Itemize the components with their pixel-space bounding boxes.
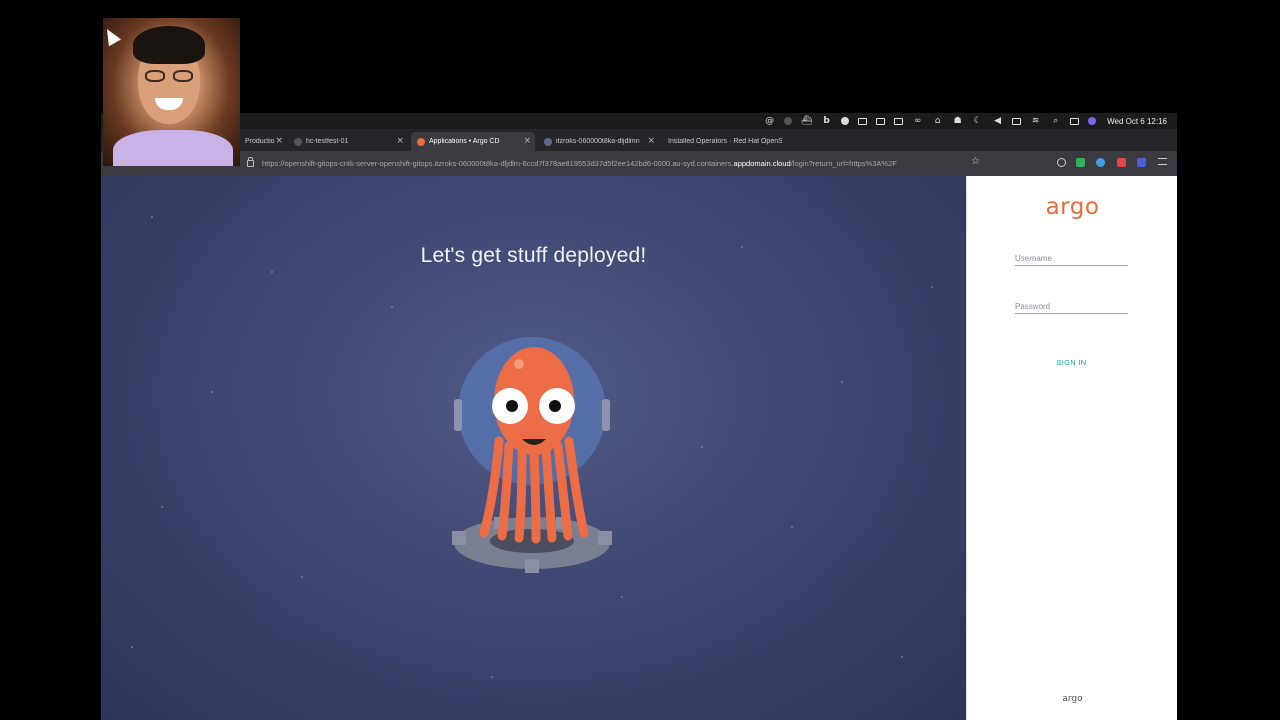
star [131,646,133,648]
search-icon[interactable]: ⌕ [1050,116,1061,126]
person-hair [133,26,205,64]
navigation-bar: https://openshift-gitops-cntk-server-ope… [101,151,1177,176]
star [271,271,273,273]
footer-argo-logo: argo [1062,694,1083,704]
mask-icon[interactable]: ∞ [912,116,923,126]
argo-favicon-icon [417,137,425,146]
hero-section: Let's get stuff deployed! [101,176,966,720]
clipboard-icon[interactable] [876,117,886,125]
download-icon[interactable] [1076,158,1085,167]
extension-icon[interactable] [1096,158,1105,167]
hero-title: Let's get stuff deployed! [420,244,647,267]
shield-icon[interactable]: ⌂ [932,116,943,126]
at-icon[interactable]: @ [764,116,775,126]
screen: @ ⛴ b ∞ ⌂ ☗ ☾ ◀ ≋ ⌕ Wed Oct 6 12:16 Prod… [0,0,1280,720]
tab-argo-cd[interactable]: Applications • Argo CD × [411,132,535,151]
star [901,656,903,658]
octopus-icon [479,347,589,544]
tab-installed-operators[interactable]: Installed Operators · Red Hat OpenS [662,132,782,151]
tab-strip: Productio × hc-testfest-01 × Application… [101,129,1177,163]
username-input[interactable] [1015,250,1128,267]
zoom-extension-icon[interactable] [1137,158,1146,167]
star [791,526,793,528]
wifi-icon[interactable]: ≋ [1030,116,1041,126]
bold-b-icon[interactable]: b [821,116,832,126]
password-input[interactable] [1015,298,1128,315]
siri-icon[interactable] [1088,117,1097,125]
menubar-clock[interactable]: Wed Oct 6 12:16 [1107,117,1167,126]
username-field[interactable] [1015,248,1128,267]
menu-icon[interactable] [1158,158,1167,165]
tab-label: Applications • Argo CD [429,138,500,145]
url-bar[interactable]: https://openshift-gitops-cntk-server-ope… [241,156,976,171]
screens-icon[interactable] [894,117,904,125]
tab-label: hc-testfest-01 [306,138,349,145]
close-icon[interactable]: × [396,136,404,146]
star [841,381,843,383]
star [391,306,393,308]
circle-icon[interactable] [841,117,850,125]
favicon-icon [294,137,302,146]
star [301,576,303,578]
star [161,506,163,508]
star [701,446,703,448]
argo-logo: argo [1045,194,1100,220]
sign-in-button[interactable]: SIGN IN [1015,358,1128,367]
volume-icon[interactable]: ◀ [992,116,1003,126]
battery-icon[interactable] [1012,117,1022,125]
url-prefix: https://openshift-gitops-cntk-server-ope… [262,159,734,168]
close-icon[interactable]: × [523,136,531,146]
browser-window: @ ⛴ b ∞ ⌂ ☗ ☾ ◀ ≋ ⌕ Wed Oct 6 12:16 Prod… [101,113,1177,720]
tab-label: itzroks-060000t8ka-dljdlmn [556,138,640,145]
person-shirt [113,130,233,166]
close-icon[interactable]: × [275,136,283,146]
glasses-left-icon [145,70,165,82]
moon-icon[interactable]: ☾ [972,116,983,126]
favicon-icon [544,137,552,146]
tab-label: Productio [245,138,275,145]
url-text[interactable]: https://openshift-gitops-cntk-server-ope… [262,159,897,168]
tab-hc-testfest[interactable]: hc-testfest-01 × [288,132,408,151]
macos-menubar: @ ⛴ b ∞ ⌂ ☗ ☾ ◀ ≋ ⌕ Wed Oct 6 12:16 [101,113,1177,129]
pocket-icon[interactable] [1057,158,1066,167]
url-domain: appdomain.cloud [733,159,791,168]
pdf-extension-icon[interactable] [1117,158,1126,167]
star [491,676,493,678]
users-icon[interactable]: ☗ [952,116,963,126]
page-content: Let's get stuff deployed! argo Username … [101,176,1177,720]
close-icon[interactable]: × [647,136,655,146]
star [151,216,153,218]
argo-octopus-mascot [452,337,612,573]
bookmark-star-icon[interactable]: ☆ [971,156,980,167]
docker-icon[interactable]: ⛴ [801,116,812,126]
password-field[interactable] [1015,296,1128,315]
grid-icon[interactable] [858,117,868,125]
webcam-overlay [103,18,240,166]
star [211,391,213,393]
glasses-right-icon [173,70,193,82]
login-panel: argo SIGN IN argo [966,176,1177,720]
star [621,596,623,598]
control-center-icon[interactable] [1070,117,1080,125]
url-suffix: /login?return_url=https%3A%2F [790,159,897,168]
lock-icon[interactable] [247,157,254,167]
tab-itzroks[interactable]: itzroks-060000t8ka-dljdlmn × [538,132,659,151]
star [931,286,933,288]
record-icon[interactable] [784,117,793,125]
tab-production[interactable]: Productio × [239,132,287,151]
tab-label: Installed Operators · Red Hat OpenS [668,138,782,145]
